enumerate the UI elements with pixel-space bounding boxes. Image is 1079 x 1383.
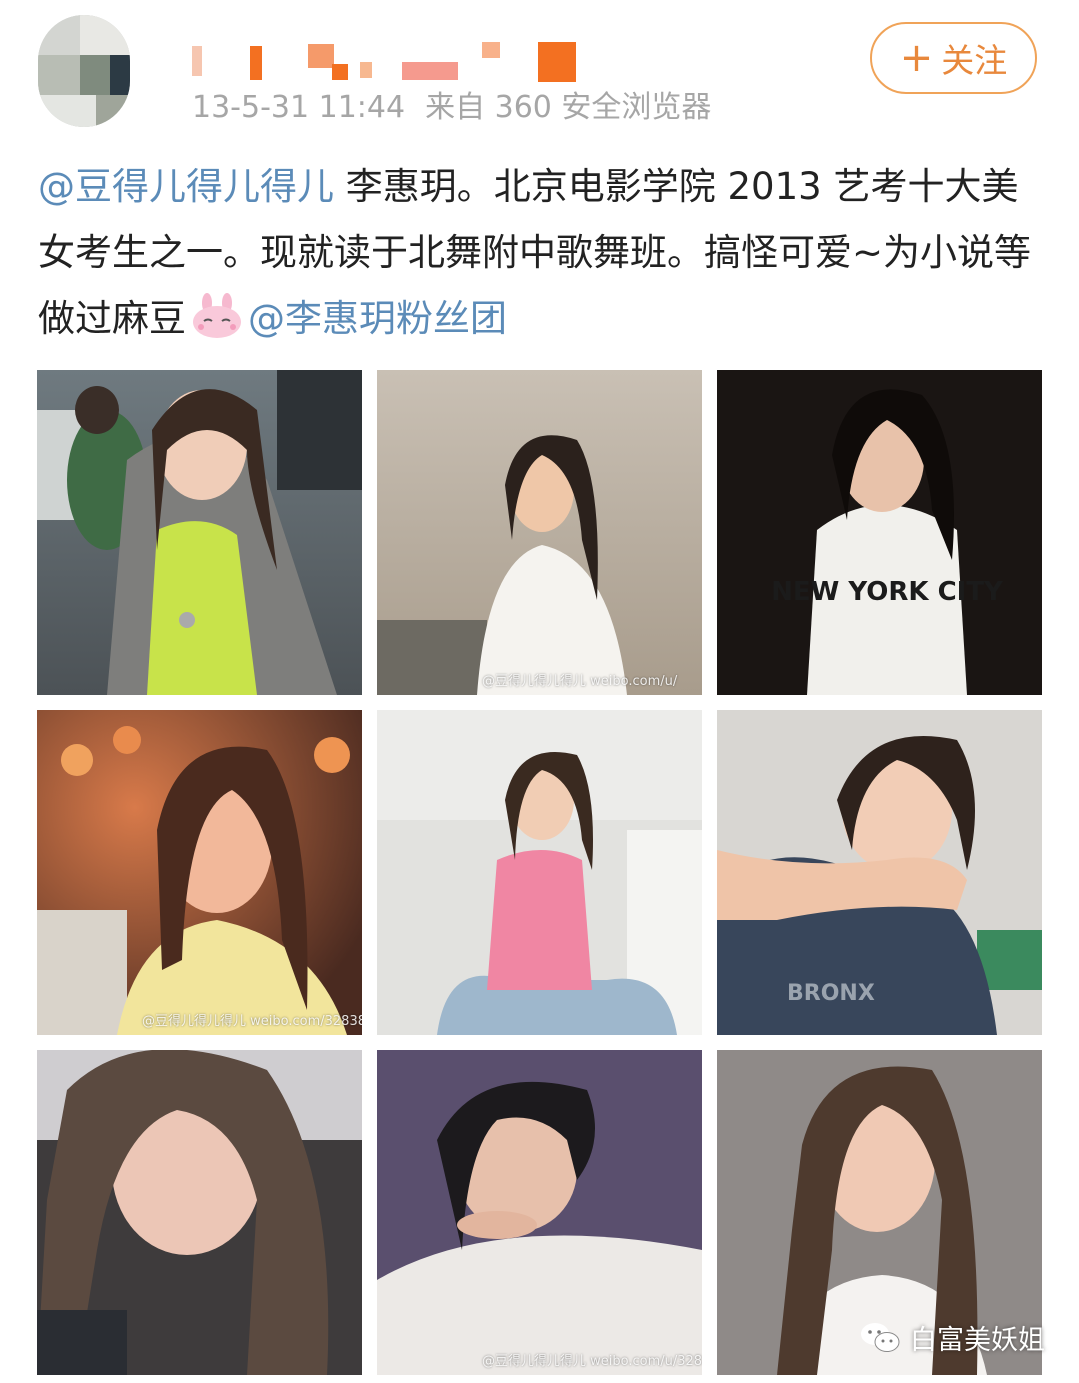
photo-8[interactable]: @豆得儿得儿得儿 weibo.com/u/3283836867 (377, 1050, 702, 1375)
follow-button[interactable]: + 关注 (870, 22, 1037, 94)
photo-8-watermark: @豆得儿得儿得儿 weibo.com/u/3283836867 (482, 1354, 702, 1369)
post-meta: 13-5-31 11:44 来自 360 安全浏览器 (192, 86, 711, 130)
photo-1[interactable] (37, 370, 362, 695)
photo-4-watermark: @豆得儿得儿得儿 weibo.com/3283836867 (142, 1014, 362, 1029)
post-timestamp: 13-5-31 11:44 (192, 90, 406, 125)
mention-link-author[interactable]: @豆得儿得儿得儿 (38, 165, 334, 208)
post-body: @豆得儿得儿得儿 李惠玥。北京电影学院 2013 艺考十大美女考生之一。现就读于… (38, 154, 1048, 352)
photo-2-watermark: @豆得儿得儿得儿 weibo.com/u/ (482, 674, 678, 689)
photo-7[interactable] (37, 1050, 362, 1375)
follow-button-label: 关注 (941, 41, 1008, 80)
photo-3[interactable]: NEW YORK CITY (717, 370, 1042, 695)
photo-3-shirt-text: NEW YORK CITY (771, 577, 1004, 607)
avatar[interactable] (38, 15, 130, 127)
brand-label: 白富美妖姐 (910, 1325, 1045, 1356)
plus-icon: + (899, 35, 934, 81)
photo-5[interactable] (377, 710, 702, 1035)
wechat-icon (861, 1322, 900, 1352)
photo-6-shirt-text: BRONX (787, 981, 875, 1006)
bunny-emoji-icon (193, 293, 241, 338)
username-censored[interactable] (192, 40, 592, 82)
photo-2[interactable]: @豆得儿得儿得儿 weibo.com/u/ (377, 370, 702, 695)
photo-4[interactable]: @豆得儿得儿得儿 weibo.com/3283836867 (37, 710, 362, 1035)
brand-watermark: 白富美妖姐 (860, 1318, 1045, 1357)
photo-grid: @豆得儿得儿得儿 weibo.com/u/ NEW YORK CITY @豆得儿… (37, 370, 1042, 1383)
mention-link-fanclub[interactable]: @李惠玥粉丝团 (248, 297, 507, 340)
post-source: 来自 360 安全浏览器 (425, 90, 712, 125)
photo-6[interactable]: BRONX (717, 710, 1042, 1035)
